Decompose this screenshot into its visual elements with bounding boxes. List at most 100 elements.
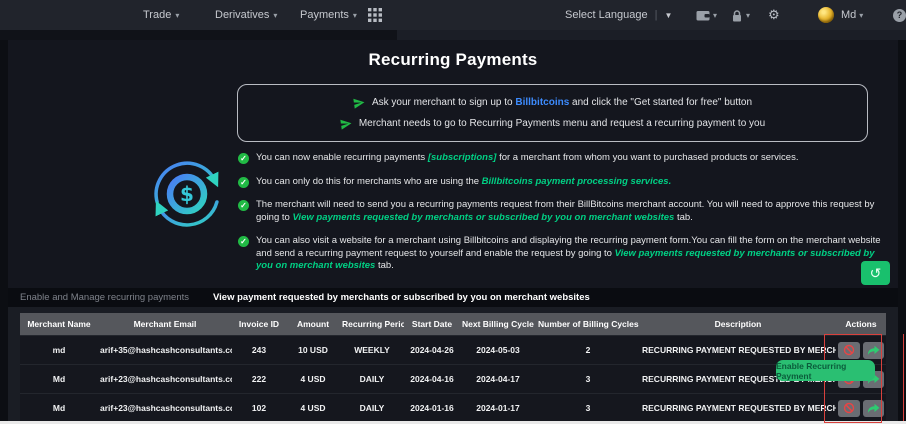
user-menu[interactable]: Md ▾ (818, 0, 863, 30)
paper-plane-icon (353, 98, 365, 109)
table-edge-highlight-line (903, 334, 904, 421)
bullet-item: ✓ The merchant will need to send you a r… (238, 199, 886, 224)
language-selector[interactable]: Select Language | ▼ (565, 0, 672, 30)
page-title: Recurring Payments (368, 50, 538, 69)
cell-start-date: 2024-04-16 (404, 364, 460, 394)
tab-view-requested[interactable]: View payment requested by merchants or s… (213, 292, 590, 303)
gear-glyph: ⚙ (768, 7, 780, 22)
col-header-merchant-email: Merchant Email (98, 313, 232, 336)
apps-grid-icon[interactable] (368, 8, 382, 22)
top-nav-bar: Trade ▾ Derivatives ▾ Payments ▾ Select … (0, 0, 906, 30)
bullet-text: You can now enable recurring payments [s… (256, 152, 799, 163)
paper-plane-icon (340, 119, 352, 130)
col-header-description: Description (640, 313, 836, 336)
cell-start-date: 2024-01-16 (404, 393, 460, 422)
instructions-box: Ask your merchant to sign up to Billbitc… (237, 84, 868, 142)
view-payments-link[interactable]: View payments requested by merchants or … (292, 212, 674, 223)
bullet-text: The merchant will need to send you a rec… (256, 199, 875, 223)
cell-invoice-id: 222 (232, 364, 286, 394)
chevron-down-icon: ▾ (859, 10, 864, 20)
enable-payment-button[interactable] (862, 399, 884, 417)
wallet-menu[interactable]: ▾ (696, 0, 717, 30)
bullet-item: ✓ You can also visit a website for a mer… (238, 235, 886, 273)
nav-menu-payments[interactable]: Payments ▾ (300, 0, 357, 30)
chevron-down-icon: ▾ (175, 10, 180, 20)
table-row: Md arif+23@hashcashconsultants.com 222 4… (20, 364, 886, 394)
check-circle-icon: ✓ (238, 200, 249, 211)
divider: | (654, 9, 658, 21)
cell-invoice-id: 102 (232, 393, 286, 422)
wallet-icon (696, 11, 710, 21)
nav-menu-payments-label: Payments (300, 9, 349, 21)
sub-nav-strip-right (397, 30, 906, 40)
enable-payment-button[interactable] (862, 341, 884, 359)
cell-actions (836, 393, 886, 422)
security-menu[interactable]: ▾ (731, 0, 750, 30)
cell-recurring-period: DAILY (340, 393, 404, 422)
nav-menu-derivatives[interactable]: Derivatives ▾ (215, 0, 277, 30)
recurring-payments-table: Merchant Name Merchant Email Invoice ID … (20, 313, 886, 422)
check-circle-icon: ✓ (238, 153, 249, 164)
table-row: Md arif+23@hashcashconsultants.com 102 4… (20, 393, 886, 422)
cell-merchant-email: arif+23@hashcashconsultants.com (98, 393, 232, 422)
col-header-invoice-id: Invoice ID (232, 313, 286, 336)
tab-enable-manage[interactable]: Enable and Manage recurring payments (20, 292, 189, 303)
bullet-text: You can only do this for merchants who a… (256, 175, 672, 187)
cell-amount: 4 USD (286, 364, 340, 394)
refresh-button[interactable]: ↺ (861, 261, 890, 285)
cell-start-date: 2024-04-26 (404, 335, 460, 365)
table-row: md arif+35@hashcashconsultants.com 243 1… (20, 335, 886, 365)
cell-amount: 10 USD (286, 335, 340, 365)
username-label: Md (841, 9, 857, 21)
cell-billing-cycles: 3 (536, 393, 640, 422)
forward-arrow-icon (867, 345, 880, 355)
col-header-recurring-period: Recurring Period (340, 313, 404, 336)
cell-merchant-name: Md (20, 364, 98, 394)
cell-merchant-name: Md (20, 393, 98, 422)
billbitcoins-link[interactable]: Billbitcoins (515, 97, 569, 108)
instruction-line: Merchant needs to go to Recurring Paymen… (238, 118, 867, 130)
cell-next-billing: 2024-05-03 (460, 335, 536, 365)
chevron-down-icon: ▾ (713, 10, 718, 20)
cell-merchant-email: arif+23@hashcashconsultants.com (98, 364, 232, 394)
instruction-line: Ask your merchant to sign up to Billbitc… (238, 97, 867, 109)
table-header-row: Merchant Name Merchant Email Invoice ID … (20, 313, 886, 336)
cell-next-billing: 2024-01-17 (460, 393, 536, 422)
cell-merchant-name: md (20, 335, 98, 365)
nav-menu-trade[interactable]: Trade ▾ (143, 0, 179, 30)
recurring-payments-panel: Recurring Payments Ask your merchant to … (8, 40, 898, 288)
check-circle-icon: ✓ (238, 176, 249, 188)
tab-bar: Enable and Manage recurring payments Vie… (8, 288, 898, 307)
cell-invoice-id: 243 (232, 335, 286, 365)
bullet-text: You can also visit a website for a merch… (256, 235, 881, 271)
cell-amount: 4 USD (286, 393, 340, 422)
cell-billing-cycles: 2 (536, 335, 640, 365)
instruction-text: Merchant needs to go to Recurring Paymen… (358, 118, 766, 129)
help-menu[interactable]: ? (893, 0, 906, 30)
nav-menu-derivatives-label: Derivatives (215, 9, 270, 21)
refresh-icon: ↺ (869, 265, 882, 281)
cancel-payment-button[interactable] (838, 341, 860, 359)
col-header-next-billing: Next Billing Cycle Date (460, 313, 536, 336)
svg-text:$: $ (180, 182, 194, 206)
instruction-text: Ask your merchant to sign up to Billbitc… (371, 97, 753, 108)
block-icon (843, 402, 854, 414)
cell-description: RECURRING PAYMENT REQUESTED BY MERCHANT (640, 393, 836, 422)
nav-menu-trade-label: Trade (143, 9, 172, 21)
bullet-item: ✓ You can only do this for merchants who… (238, 176, 886, 189)
col-header-amount: Amount (286, 313, 340, 336)
lock-icon (733, 9, 741, 21)
payments-table-section: Merchant Name Merchant Email Invoice ID … (8, 307, 898, 422)
cell-merchant-email: arif+35@hashcashconsultants.com (98, 335, 232, 365)
col-header-merchant-name: Merchant Name (20, 313, 98, 336)
col-header-start-date: Start Date (404, 313, 460, 336)
recurring-dollar-icon: $ (143, 150, 231, 238)
cell-next-billing: 2024-04-17 (460, 364, 536, 394)
block-icon (843, 344, 854, 356)
language-selector-label: Select Language (565, 9, 648, 21)
check-circle-icon: ✓ (238, 236, 249, 247)
chevron-down-icon: ▾ (352, 10, 357, 20)
settings-gear-icon[interactable]: ⚙ (768, 0, 780, 30)
coin-avatar (818, 7, 834, 23)
cancel-payment-button[interactable] (838, 399, 860, 417)
